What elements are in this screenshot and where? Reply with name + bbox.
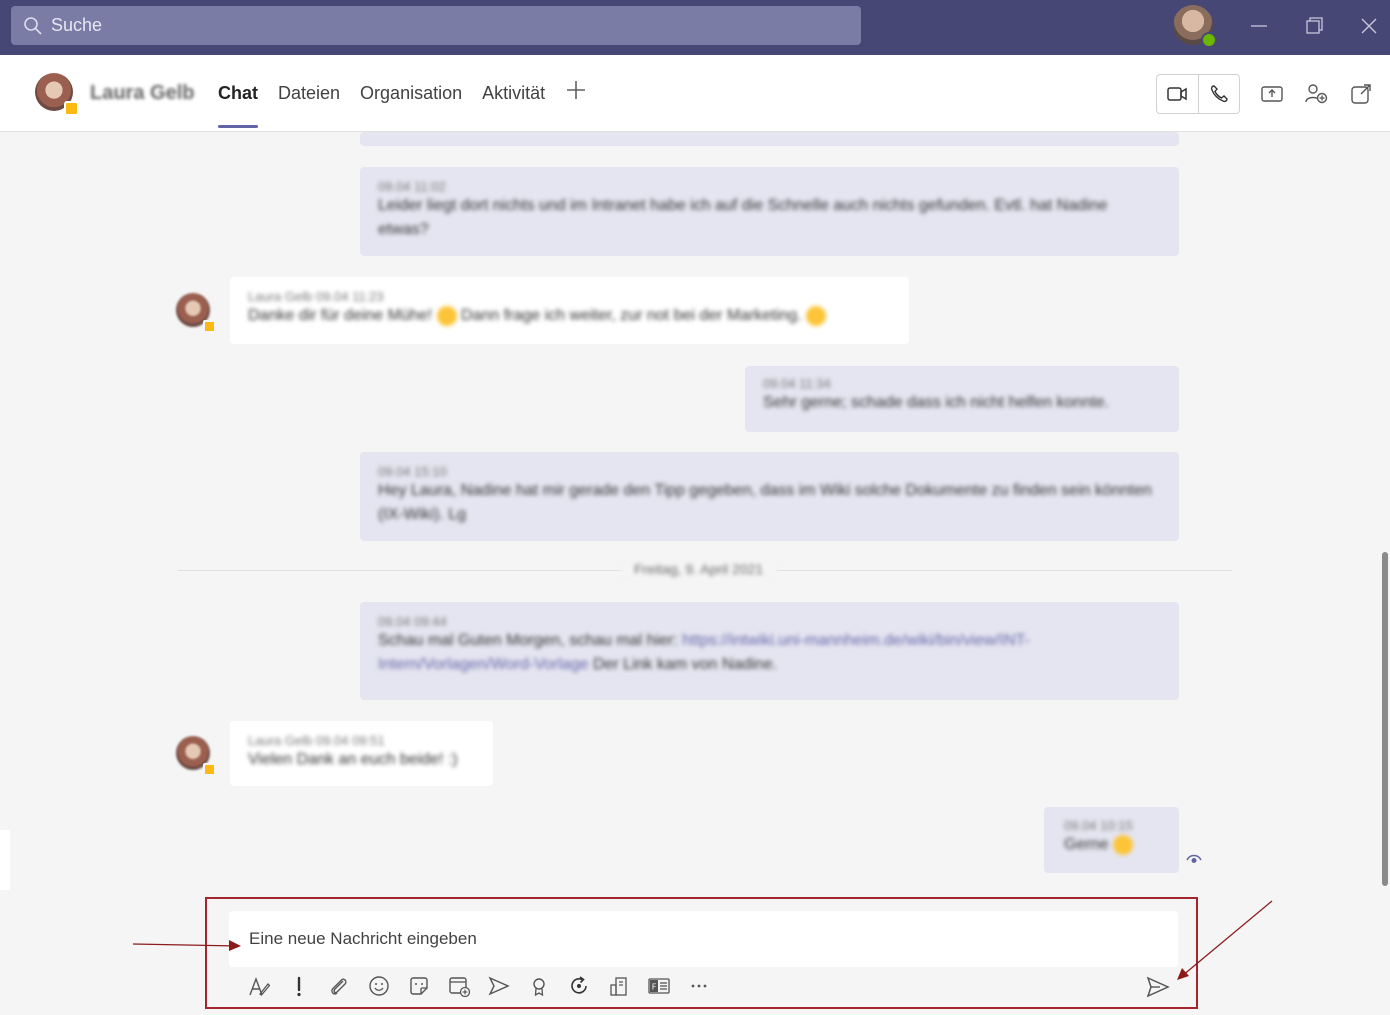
arrow-to-send-head <box>1177 968 1189 980</box>
annotation-arrows <box>132 900 1273 980</box>
arrow-to-input <box>132 943 239 947</box>
arrow-to-input-head <box>229 940 241 951</box>
arrow-to-send <box>1181 900 1273 977</box>
